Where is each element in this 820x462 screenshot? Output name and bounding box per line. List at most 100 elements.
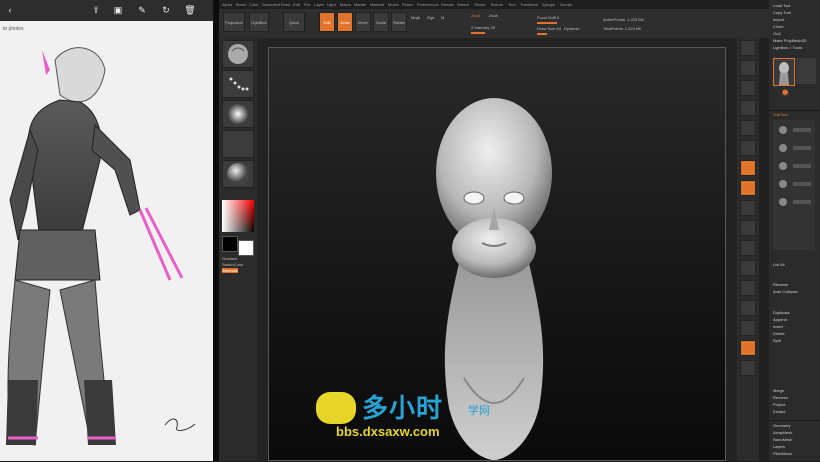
projection-master-button[interactable]: Projection Master [223, 12, 245, 45]
scroll-button[interactable] [740, 80, 756, 96]
lightbox-tools-button[interactable]: Lightbox > Tools [773, 45, 802, 50]
extract-header[interactable]: Extract [773, 409, 785, 414]
actual-button[interactable] [740, 120, 756, 136]
menu-render[interactable]: Render [441, 2, 454, 7]
frame-button[interactable] [740, 260, 756, 276]
bpr-button[interactable] [740, 40, 756, 56]
list-all-button[interactable]: List All [773, 262, 785, 267]
share-icon[interactable]: ⇪ [90, 4, 102, 16]
spix-button[interactable] [740, 60, 756, 76]
duplicate-button[interactable]: Duplicate [773, 310, 790, 315]
project-header[interactable]: Project [773, 402, 785, 407]
move-view-button[interactable] [740, 280, 756, 296]
aahalf-button[interactable] [740, 140, 756, 156]
copy-tool-button[interactable]: Copy Tool [773, 10, 791, 15]
transp-button[interactable] [740, 360, 756, 376]
menu-zplugin[interactable]: Zplugin [542, 2, 555, 7]
menu-zscript[interactable]: Zscript [560, 2, 572, 7]
menu-tool[interactable]: Tool [508, 2, 515, 7]
focal-shift-slider[interactable]: Focal Shift 0 [537, 15, 559, 20]
menu-macro[interactable]: Macro [340, 2, 351, 7]
menu-material[interactable]: Material [370, 2, 384, 7]
alpha-thumbnail[interactable] [222, 100, 254, 128]
lsym-button[interactable] [740, 220, 756, 236]
menu-preferences[interactable]: Preferences [417, 2, 439, 7]
import-button[interactable]: Import [773, 17, 784, 22]
xyz-button[interactable] [740, 240, 756, 256]
auto-collapse-button[interactable]: Auto Collapse [773, 289, 798, 294]
local-button[interactable] [740, 200, 756, 216]
goz-button[interactable]: GoZ [773, 31, 781, 36]
scale-button[interactable]: Scale [373, 12, 389, 32]
menu-document[interactable]: Document [262, 2, 280, 7]
split-header[interactable]: Split [773, 338, 781, 343]
lightbox-button[interactable]: LightBox [249, 12, 269, 32]
draw-size-slider[interactable]: Draw Size 64 [537, 26, 561, 31]
menu-transform[interactable]: Transform [520, 2, 538, 7]
draw-button[interactable]: Draw [337, 12, 353, 32]
load-tool-button[interactable]: Load Tool [773, 3, 790, 8]
menu-stencil[interactable]: Stencil [457, 2, 469, 7]
rotate-button[interactable]: Rotate [391, 12, 407, 32]
alternate-button[interactable]: Alternate [222, 268, 239, 273]
delete-button[interactable]: Delete [773, 331, 785, 336]
rotate-view-button[interactable] [740, 320, 756, 336]
append-button[interactable]: Append [773, 317, 787, 322]
menu-color[interactable]: Color [249, 2, 259, 7]
zoom-button[interactable] [740, 100, 756, 116]
menu-stroke[interactable]: Stroke [474, 2, 486, 7]
mrgb-toggle[interactable]: Mrgb [411, 15, 420, 20]
tool-thumbnail-2[interactable] [796, 58, 816, 84]
clone-button[interactable]: Clone [773, 24, 783, 29]
menu-file[interactable]: File [304, 2, 310, 7]
subtool-header[interactable]: SubTool [773, 112, 787, 117]
main-color-swatch[interactable] [222, 236, 238, 252]
floor-button[interactable] [740, 180, 756, 196]
dynamic-toggle[interactable]: Dynamic [564, 26, 580, 31]
layers-header[interactable]: Layers [773, 444, 785, 449]
fibermesh-header[interactable]: FiberMesh [773, 451, 792, 456]
stroke-thumbnail[interactable] [222, 70, 254, 98]
quick-sketch-button[interactable]: Quick Sketch [283, 12, 305, 45]
m-toggle[interactable]: M [441, 15, 444, 20]
rgb-toggle[interactable]: Rgb [427, 15, 434, 20]
brush-thumbnail[interactable] [222, 40, 254, 68]
geometry-header[interactable]: Geometry [773, 423, 791, 428]
menu-edit[interactable]: Edit [293, 2, 300, 7]
remesh-header[interactable]: Remesh [773, 395, 788, 400]
texture-thumbnail[interactable] [222, 130, 254, 158]
merge-header[interactable]: Merge [773, 388, 784, 393]
menu-texture[interactable]: Texture [490, 2, 503, 7]
menu-brush[interactable]: Brush [236, 2, 246, 7]
edit-button[interactable]: Edit [319, 12, 335, 32]
make-polymesh-button[interactable]: Make PolyMesh3D [773, 38, 807, 43]
secondary-color-swatch[interactable] [238, 240, 254, 256]
zsub-toggle[interactable]: Zsub [489, 13, 498, 18]
subtool-list[interactable] [773, 120, 815, 250]
persp-button[interactable] [740, 160, 756, 176]
back-icon[interactable]: ‹ [4, 4, 16, 16]
menu-light[interactable]: Light [327, 2, 336, 7]
menu-movie[interactable]: Movie [388, 2, 399, 7]
menu-picker[interactable]: Picker [402, 2, 413, 7]
color-picker[interactable] [222, 200, 254, 232]
zadd-toggle[interactable]: Zadd [471, 13, 480, 18]
polyf-button[interactable] [740, 340, 756, 356]
insert-button[interactable]: Insert [773, 324, 783, 329]
slideshow-icon[interactable]: ▣ [112, 4, 124, 16]
menu-layer[interactable]: Layer [314, 2, 324, 7]
delete-icon[interactable]: 🗑 [184, 4, 196, 16]
nanomesh-header[interactable]: NanoMesh [773, 437, 792, 442]
current-tool-thumbnail[interactable] [773, 58, 795, 86]
gradient-toggle[interactable]: Gradient [222, 256, 237, 261]
simple-brush-icon[interactable]: ✸ [781, 88, 789, 99]
menu-marker[interactable]: Marker [354, 2, 366, 7]
z-intensity-slider[interactable]: Z Intensity 25 [471, 25, 495, 30]
material-thumbnail[interactable] [222, 160, 254, 188]
rotate-icon[interactable]: ↻ [160, 4, 172, 16]
scale-view-button[interactable] [740, 300, 756, 316]
rename-button[interactable]: Rename [773, 282, 788, 287]
menu-alpha[interactable]: Alpha [222, 2, 232, 7]
move-button[interactable]: Move [355, 12, 371, 32]
switch-color-button[interactable]: SwitchColor [222, 262, 243, 267]
